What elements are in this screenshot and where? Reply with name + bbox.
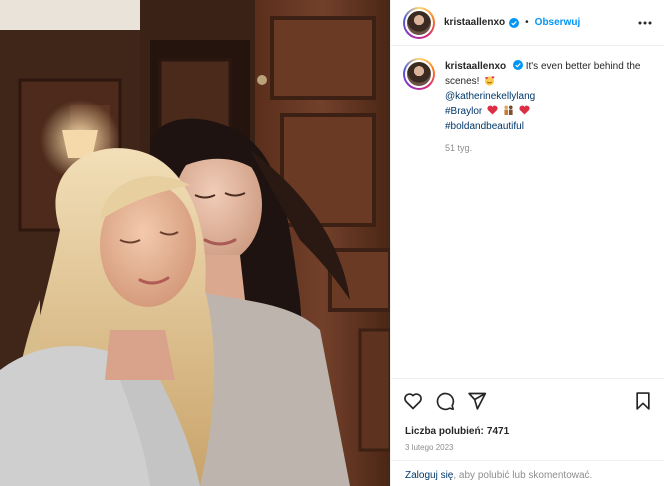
post-photo[interactable] (0, 0, 390, 486)
paper-plane-icon[interactable] (467, 391, 487, 411)
verified-badge-icon (512, 60, 523, 70)
selfie-image (0, 0, 390, 486)
caption-username[interactable]: kristaallenxo (445, 61, 506, 72)
mention-link[interactable]: @katherinekellylang (445, 89, 653, 104)
login-prompt-text: , aby polubić lub skomentować. (453, 470, 593, 481)
post-header: kristaallenxo • Obserwuj (391, 0, 664, 46)
post-caption: kristaallenxo It's even better behind th… (403, 58, 653, 156)
bookmark-icon[interactable] (633, 391, 653, 411)
red-heart-emoji-icon (487, 105, 498, 115)
hashtag-link[interactable]: #Braylor (445, 106, 482, 117)
likes-count[interactable]: Liczba polubień: 7471 (405, 426, 509, 437)
more-options-icon[interactable] (637, 15, 653, 31)
action-bar (403, 391, 487, 411)
login-prompt: Zaloguj się, aby polubić lub skomentować… (391, 460, 664, 486)
caption-avatar[interactable] (403, 58, 435, 90)
verified-badge-icon (509, 17, 520, 28)
couple-emoji-icon (504, 105, 513, 115)
post-time-ago[interactable]: 51 tyg. (445, 141, 653, 156)
caption-text: kristaallenxo It's even better behind th… (445, 59, 653, 156)
likes-number: 7471 (486, 426, 510, 437)
login-link[interactable]: Zaloguj się (405, 470, 453, 481)
post-date[interactable]: 3 lutego 2023 (405, 443, 454, 452)
separator-dot: • (525, 17, 529, 28)
likes-label: Liczba polubień: (405, 426, 484, 437)
post-sidebar: kristaallenxo • Obserwuj kristaallenxo I… (390, 0, 664, 486)
smiling-hearts-emoji-icon (485, 76, 495, 86)
heart-outline-icon[interactable] (403, 391, 423, 411)
hashtag-link[interactable]: #boldandbeautiful (445, 119, 653, 134)
header-username[interactable]: kristaallenxo (444, 17, 505, 28)
follow-button[interactable]: Obserwuj (535, 17, 581, 28)
save-button[interactable] (633, 391, 653, 411)
avatar[interactable] (403, 6, 435, 39)
comment-bubble-icon[interactable] (435, 391, 455, 411)
post-actions-section: Liczba polubień: 7471 3 lutego 2023 (391, 378, 664, 458)
red-heart-emoji-icon (519, 105, 530, 115)
